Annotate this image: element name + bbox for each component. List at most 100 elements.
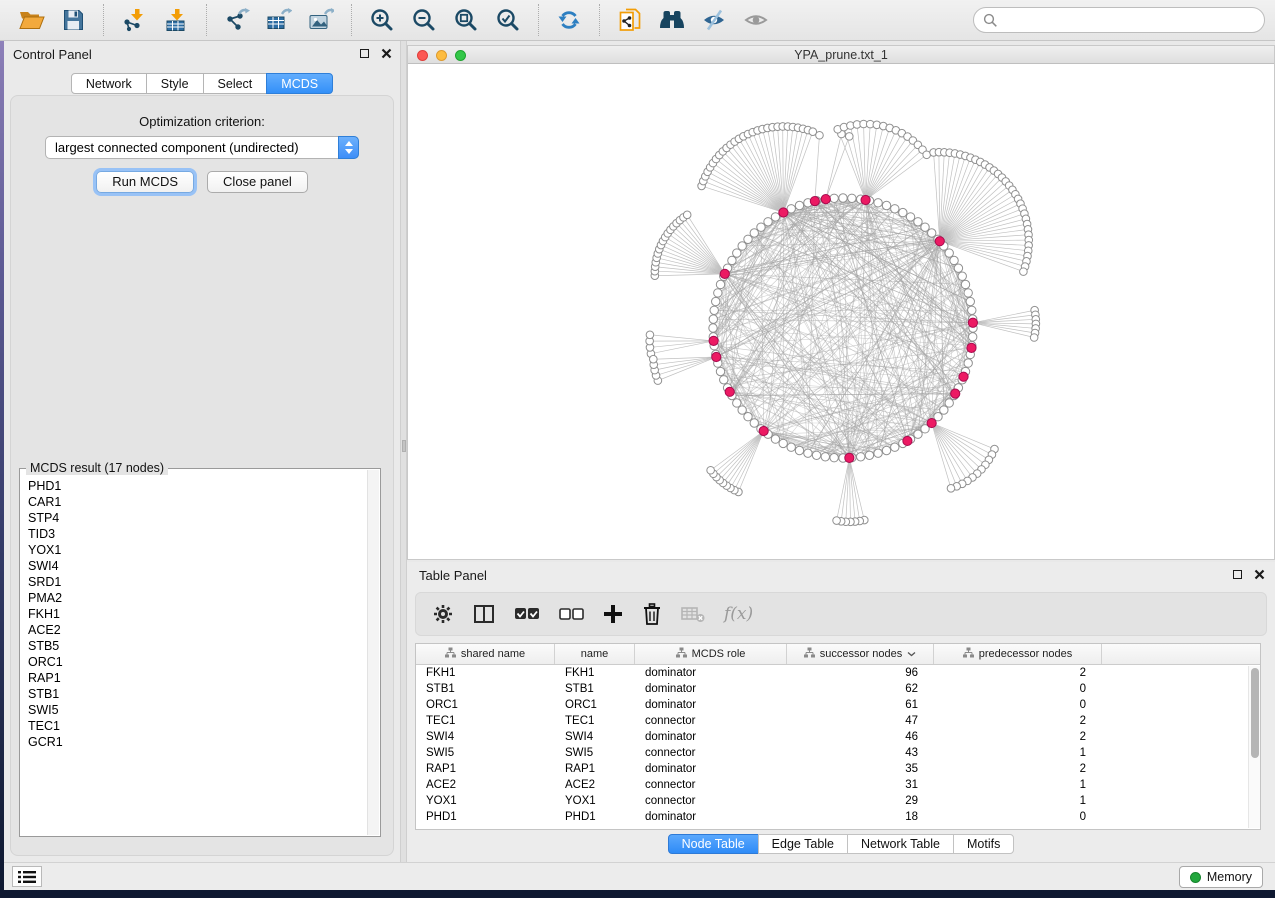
table-scrollbar[interactable] [1248, 666, 1260, 828]
cell[interactable]: 0 [934, 809, 1102, 825]
float-panel-icon[interactable] [360, 49, 369, 58]
float-table-panel-icon[interactable] [1233, 570, 1242, 579]
zoom-out-button[interactable] [403, 3, 445, 37]
export-image-button[interactable] [300, 3, 342, 37]
cell[interactable]: 2 [934, 761, 1102, 777]
select-all-columns-button[interactable] [514, 607, 540, 621]
list-item[interactable]: YOX1 [28, 542, 366, 558]
cell[interactable]: PHD1 [416, 809, 555, 825]
column-header-successor-nodes[interactable]: successor nodes [787, 644, 934, 664]
list-item[interactable]: RAP1 [28, 670, 366, 686]
tab-mcds[interactable]: MCDS [266, 73, 333, 94]
column-header-predecessor-nodes[interactable]: predecessor nodes [934, 644, 1102, 664]
cell[interactable]: 0 [934, 681, 1102, 697]
tab-select[interactable]: Select [203, 73, 268, 94]
table-settings-button[interactable] [432, 603, 454, 625]
tab-node-table[interactable]: Node Table [668, 834, 759, 854]
cell[interactable]: 35 [787, 761, 934, 777]
list-item[interactable]: TEC1 [28, 718, 366, 734]
cell[interactable]: STB1 [555, 681, 635, 697]
cell[interactable]: SWI5 [555, 745, 635, 761]
cell[interactable]: 46 [787, 729, 934, 745]
hide-selected-button[interactable] [693, 3, 735, 37]
cell[interactable]: YOX1 [555, 793, 635, 809]
splitter-grip-icon[interactable] [402, 440, 406, 452]
list-item[interactable]: TID3 [28, 526, 366, 542]
cell[interactable]: 61 [787, 697, 934, 713]
node-table[interactable]: shared namenameMCDS rolesuccessor nodesp… [415, 643, 1261, 830]
cell[interactable]: 18 [787, 809, 934, 825]
list-item[interactable]: PMA2 [28, 590, 366, 606]
delete-column-button[interactable] [642, 603, 662, 625]
table-row[interactable]: STB1STB1dominator620 [416, 681, 1260, 697]
cell[interactable]: connector [635, 793, 787, 809]
cell[interactable]: 1 [934, 793, 1102, 809]
search-input[interactable] [998, 12, 1255, 29]
cell[interactable]: 62 [787, 681, 934, 697]
close-panel-icon[interactable] [381, 48, 392, 59]
list-item[interactable]: FKH1 [28, 606, 366, 622]
table-row[interactable]: PHD1PHD1dominator180 [416, 809, 1260, 825]
cell[interactable]: 29 [787, 793, 934, 809]
column-header-MCDS-role[interactable]: MCDS role [635, 644, 787, 664]
cell[interactable]: FKH1 [555, 665, 635, 681]
cell[interactable]: dominator [635, 681, 787, 697]
open-session-button[interactable] [10, 3, 52, 37]
list-item[interactable]: ACE2 [28, 622, 366, 638]
cell[interactable]: TEC1 [416, 713, 555, 729]
memory-button[interactable]: Memory [1179, 866, 1263, 888]
table-row[interactable]: TEC1TEC1connector472 [416, 713, 1260, 729]
search-box[interactable] [973, 7, 1265, 33]
table-row[interactable]: RAP1RAP1dominator352 [416, 761, 1260, 777]
cell[interactable]: FKH1 [416, 665, 555, 681]
cell[interactable]: SWI5 [416, 745, 555, 761]
cell[interactable]: 0 [934, 697, 1102, 713]
tab-edge-table[interactable]: Edge Table [758, 834, 848, 854]
table-row[interactable]: ACE2ACE2connector311 [416, 777, 1260, 793]
cell[interactable]: YOX1 [416, 793, 555, 809]
create-column-button[interactable] [603, 604, 623, 624]
close-panel-button[interactable]: Close panel [207, 171, 308, 193]
list-item[interactable]: PHD1 [28, 478, 366, 494]
close-window-icon[interactable] [417, 50, 428, 61]
list-item[interactable]: STP4 [28, 510, 366, 526]
cell[interactable]: RAP1 [416, 761, 555, 777]
cell[interactable]: 2 [934, 665, 1102, 681]
run-mcds-button[interactable]: Run MCDS [96, 171, 194, 193]
list-item[interactable]: SWI5 [28, 702, 366, 718]
cell[interactable]: dominator [635, 729, 787, 745]
table-row[interactable]: YOX1YOX1connector291 [416, 793, 1260, 809]
cell[interactable]: 31 [787, 777, 934, 793]
list-item[interactable]: GCR1 [28, 734, 366, 750]
table-row[interactable]: ORC1ORC1dominator610 [416, 697, 1260, 713]
column-header-shared-name[interactable]: shared name [416, 644, 555, 664]
cell[interactable]: ACE2 [555, 777, 635, 793]
cell[interactable]: dominator [635, 697, 787, 713]
cell[interactable]: SWI4 [416, 729, 555, 745]
list-item[interactable]: ORC1 [28, 654, 366, 670]
list-item[interactable]: STB1 [28, 686, 366, 702]
cell[interactable]: SWI4 [555, 729, 635, 745]
cell[interactable]: 96 [787, 665, 934, 681]
refresh-button[interactable] [548, 3, 590, 37]
cell[interactable]: 43 [787, 745, 934, 761]
network-canvas[interactable] [408, 64, 1274, 559]
cell[interactable]: ORC1 [555, 697, 635, 713]
cell[interactable]: 1 [934, 777, 1102, 793]
zoom-in-button[interactable] [361, 3, 403, 37]
close-table-panel-icon[interactable] [1254, 569, 1265, 580]
cell[interactable]: connector [635, 713, 787, 729]
export-network-button[interactable] [216, 3, 258, 37]
criterion-select[interactable]: largest connected component (undirected) [45, 136, 359, 159]
export-table-button[interactable] [258, 3, 300, 37]
result-scrollbar[interactable] [367, 470, 379, 835]
tab-style[interactable]: Style [146, 73, 204, 94]
save-session-button[interactable] [52, 3, 94, 37]
cell[interactable]: dominator [635, 665, 787, 681]
table-row[interactable]: SWI4SWI4dominator462 [416, 729, 1260, 745]
list-item[interactable]: CAR1 [28, 494, 366, 510]
cell[interactable]: STB1 [416, 681, 555, 697]
cell[interactable]: connector [635, 745, 787, 761]
table-row[interactable]: FKH1FKH1dominator962 [416, 665, 1260, 681]
list-item[interactable]: SWI4 [28, 558, 366, 574]
